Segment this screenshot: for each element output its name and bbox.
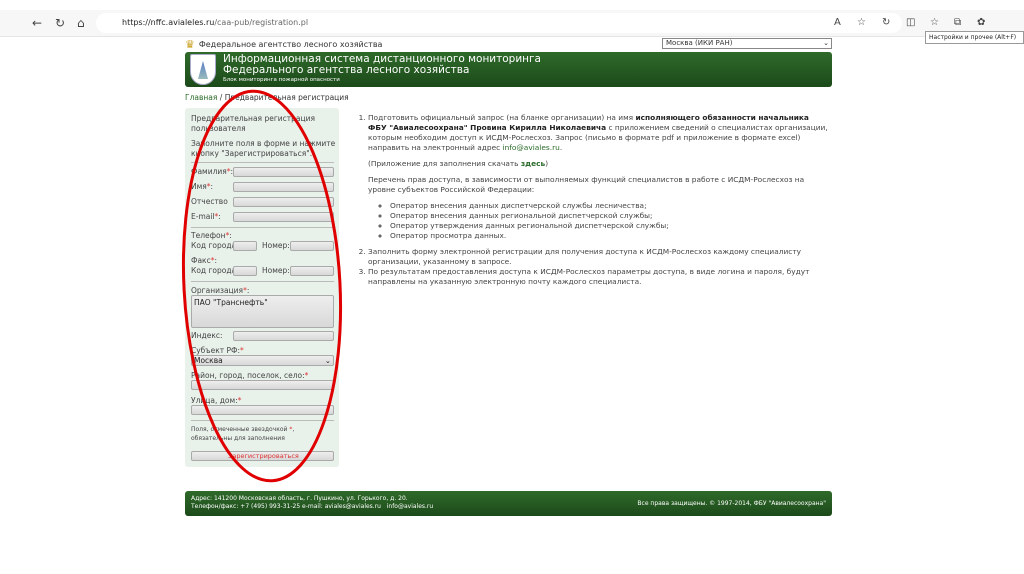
favorite-star-icon[interactable]: ☆ <box>857 17 866 28</box>
tooltip: Настройки и прочее (Alt+F) <box>925 31 1024 44</box>
required-note: Поля, отмеченные звездочкой *, обязатель… <box>191 426 295 442</box>
download-link[interactable]: здесь <box>521 159 545 168</box>
site-banner: Информационная система дистанционного мо… <box>185 52 832 87</box>
instruction-item: По результатам предоставления доступа к … <box>368 267 828 287</box>
split-screen-icon[interactable]: ◫ <box>906 17 915 28</box>
home-icon[interactable]: ⌂ <box>77 16 85 30</box>
breadcrumb-home-link[interactable]: Главная <box>185 93 217 102</box>
favorites-icon[interactable]: ☆ <box>930 17 939 28</box>
reload-icon[interactable]: ↻ <box>55 16 65 30</box>
name-input[interactable] <box>233 182 334 192</box>
footer-org-link[interactable]: ФБУ "Авиалесоохрана" <box>754 500 826 507</box>
right-item: Оператор утверждения данных региональной… <box>390 221 828 231</box>
back-icon[interactable]: ← <box>32 16 42 30</box>
fax-number-input[interactable] <box>290 266 334 276</box>
email-input[interactable] <box>233 212 334 222</box>
phone-number-input[interactable] <box>290 241 334 251</box>
agency-header: ♛ Федеральное агентство лесного хозяйства <box>185 38 383 51</box>
surname-input[interactable] <box>233 167 334 177</box>
district-input[interactable] <box>191 380 334 390</box>
instruction-item: Заполнить форму электронной регистрации … <box>368 247 828 267</box>
organization-textarea[interactable]: ПАО "Транснефть" <box>191 295 334 328</box>
instructions: Подготовить официальный запрос (на бланк… <box>358 113 828 287</box>
chevron-down-icon: ⌄ <box>324 356 331 365</box>
email-link[interactable]: info@aviales.ru <box>503 143 560 152</box>
right-item: Оператор внесения данных диспетчерской с… <box>390 201 828 211</box>
breadcrumb: Главная / Предварительная регистрация <box>185 93 349 102</box>
form-title: Предварительная регистрация пользователя <box>191 114 315 133</box>
footer-email-link[interactable]: info@aviales.ru <box>387 503 434 510</box>
register-button[interactable]: Зарегистрироваться <box>191 451 334 461</box>
logo-icon <box>190 54 216 85</box>
address-bar[interactable]: https://nffc.avialeles.ru/caa-pub/regist… <box>96 13 902 33</box>
browser-toolbar: ← ↻ ⌂ https://nffc.avialeles.ru/caa-pub/… <box>0 10 1024 37</box>
footer: Адрес: 141200 Московская область, г. Пуш… <box>185 491 832 516</box>
form-intro: Заполните поля в форме и нажмите кнопку … <box>191 139 336 158</box>
patronymic-input[interactable] <box>233 197 334 207</box>
instruction-item: Подготовить официальный запрос (на бланк… <box>368 113 828 241</box>
fax-city-code-input[interactable] <box>233 266 257 276</box>
region-select[interactable]: Москва (ИКИ РАН) ⌄ <box>662 38 832 49</box>
street-input[interactable] <box>191 405 334 415</box>
refresh-icon[interactable]: ↻ <box>882 17 890 28</box>
right-item: Оператор просмотра данных. <box>390 231 828 241</box>
chevron-down-icon: ⌄ <box>823 39 829 47</box>
emblem-icon: ♛ <box>185 38 195 51</box>
collections-icon[interactable]: ⧉ <box>954 17 961 28</box>
extensions-icon[interactable]: ✿ <box>977 17 985 28</box>
read-aloud-icon[interactable]: A <box>834 17 841 28</box>
subject-select[interactable]: Москва ⌄ <box>191 355 334 366</box>
right-item: Оператор внесения данных региональной ди… <box>390 211 828 221</box>
phone-city-code-input[interactable] <box>233 241 257 251</box>
index-input[interactable] <box>233 331 334 341</box>
footer-email-link[interactable]: aviales@aviales.ru <box>325 503 381 510</box>
